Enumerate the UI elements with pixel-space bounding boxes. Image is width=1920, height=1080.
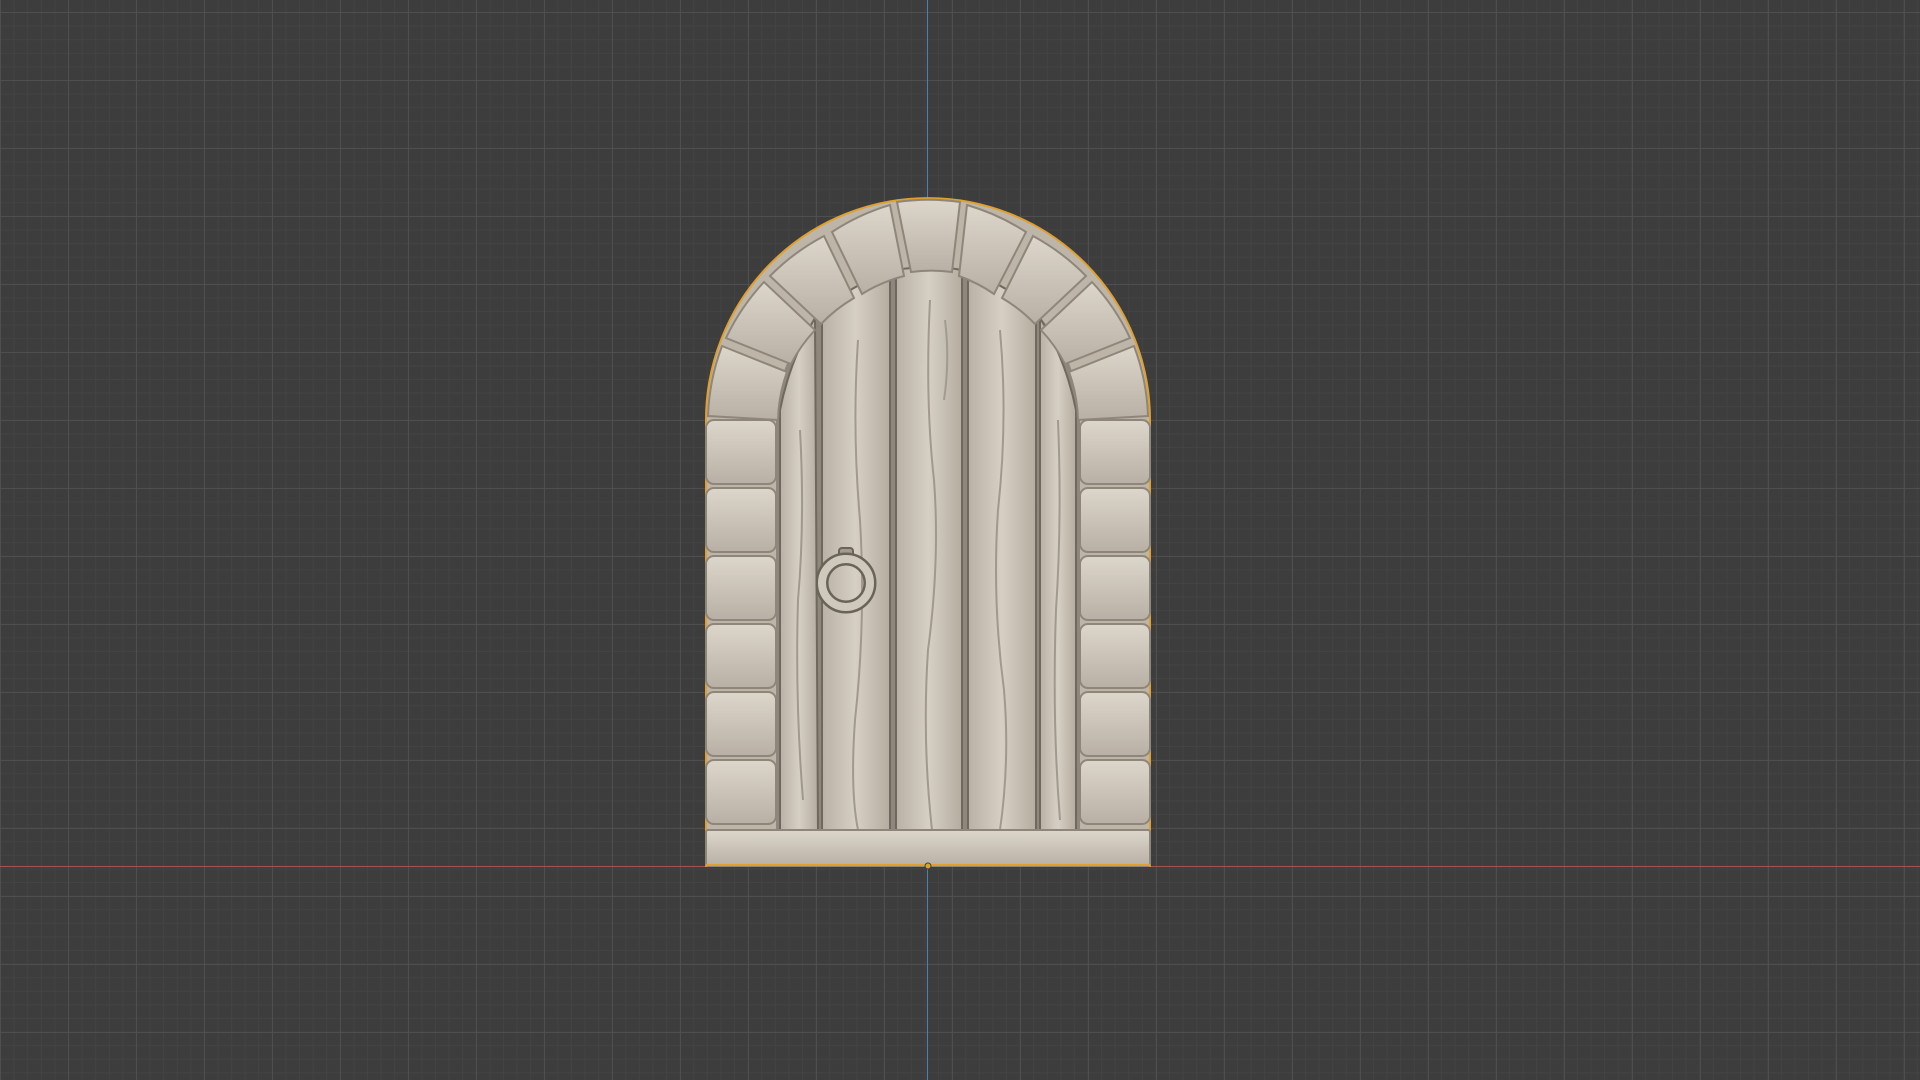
stone-block xyxy=(705,623,777,689)
stone-block xyxy=(705,419,777,485)
stone-block xyxy=(1079,555,1151,621)
stone-block xyxy=(1079,419,1151,485)
door-threshold xyxy=(705,829,1151,867)
door-plank xyxy=(821,270,891,835)
door-object[interactable] xyxy=(705,197,1151,867)
stone-block xyxy=(705,691,777,757)
origin-dot-icon[interactable] xyxy=(924,862,932,870)
door-planks xyxy=(779,266,1077,835)
stone-block xyxy=(705,487,777,553)
stone-block xyxy=(705,759,777,825)
scene-canvas[interactable] xyxy=(0,0,1920,1080)
stone-block xyxy=(1079,623,1151,689)
stone-block xyxy=(1079,487,1151,553)
stone-block xyxy=(1079,759,1151,825)
3d-viewport[interactable] xyxy=(0,0,1920,1080)
stone-block xyxy=(1079,691,1151,757)
stone-block xyxy=(705,555,777,621)
